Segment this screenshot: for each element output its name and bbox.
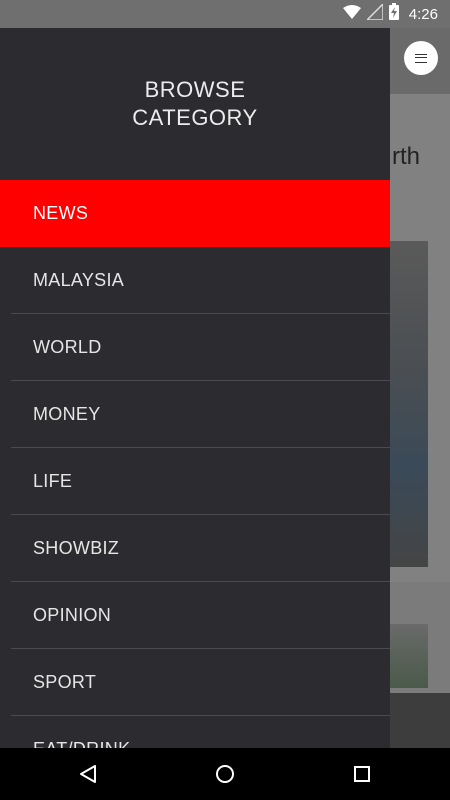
menu-icon xyxy=(415,53,427,63)
drawer-item-label: SPORT xyxy=(33,672,97,692)
drawer-item-label: SHOWBIZ xyxy=(33,538,120,558)
system-navigation-bar xyxy=(0,748,450,800)
navigation-drawer: BROWSE CATEGORY NEWS MALAYSIA WORLD MONE… xyxy=(0,28,390,748)
drawer-item-malaysia[interactable]: MALAYSIA xyxy=(0,247,390,314)
article-headline: rth xyxy=(392,143,421,170)
drawer-item-sport[interactable]: SPORT xyxy=(0,649,390,716)
back-button[interactable] xyxy=(58,748,118,800)
home-icon xyxy=(216,765,234,783)
battery-charging-icon xyxy=(388,3,399,25)
back-icon xyxy=(80,765,96,783)
drawer-item-eat-drink[interactable]: EAT/DRINK xyxy=(0,716,390,748)
drawer-item-label: MALAYSIA xyxy=(33,270,125,290)
drawer-item-showbiz[interactable]: SHOWBIZ xyxy=(0,515,390,582)
clock: 4:26 xyxy=(408,5,438,23)
drawer-item-label: OPINION xyxy=(33,605,112,625)
recents-icon xyxy=(354,766,370,782)
drawer-item-opinion[interactable]: OPINION xyxy=(0,582,390,649)
menu-button[interactable] xyxy=(404,41,438,75)
drawer-item-label: EAT/DRINK xyxy=(33,739,130,748)
drawer-item-label: MONEY xyxy=(33,404,101,424)
home-button[interactable] xyxy=(195,748,255,800)
drawer-item-life[interactable]: LIFE xyxy=(0,448,390,515)
drawer-item-label: LIFE xyxy=(33,471,73,491)
drawer-item-world[interactable]: WORLD xyxy=(0,314,390,381)
drawer-header: BROWSE CATEGORY xyxy=(0,28,390,180)
drawer-item-news[interactable]: NEWS xyxy=(0,180,390,247)
recents-button[interactable] xyxy=(332,748,392,800)
drawer-item-money[interactable]: MONEY xyxy=(0,381,390,448)
status-bar: 4:26 xyxy=(0,0,450,28)
drawer-item-label: NEWS xyxy=(33,203,89,223)
status-icons: 4:26 xyxy=(342,1,438,25)
wifi-icon xyxy=(342,4,361,24)
drawer-title: BROWSE CATEGORY xyxy=(132,77,258,130)
signal-icon xyxy=(364,1,384,25)
drawer-item-label: WORLD xyxy=(33,337,102,357)
